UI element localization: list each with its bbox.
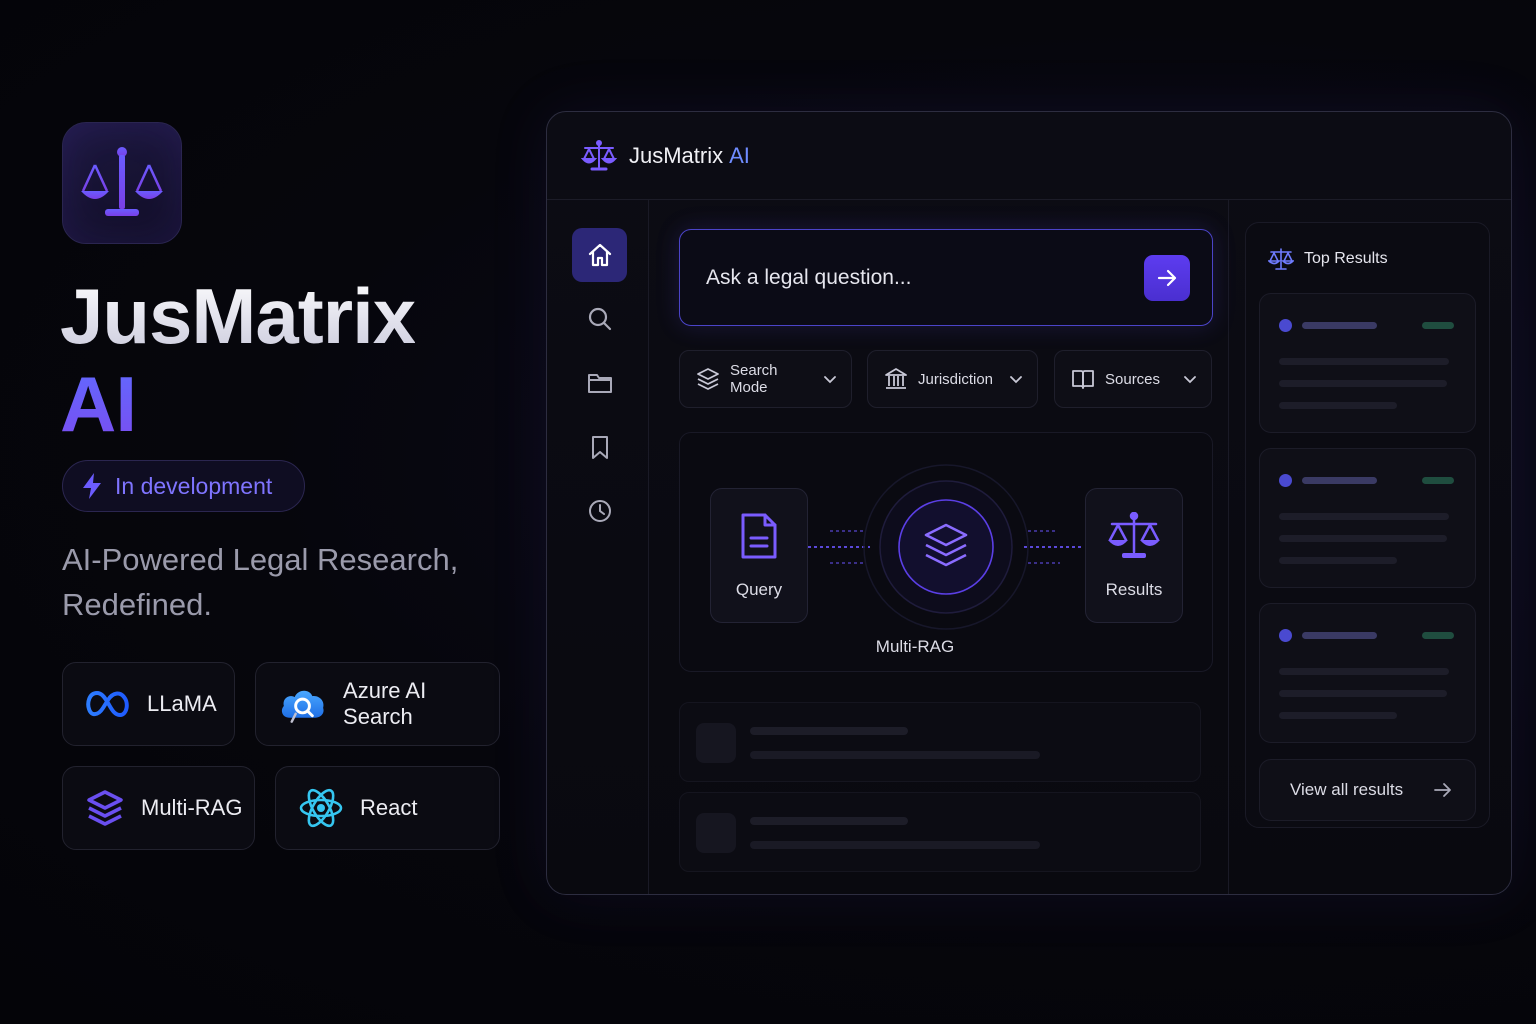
app-brand-name: JusMatrix [629, 142, 724, 168]
tech-chip-label: Multi-RAG [141, 795, 243, 820]
pipeline-diagram: Query Results [679, 432, 1213, 672]
top-results-panel: Top Results View all results [1245, 222, 1490, 828]
view-all-label: View all results [1290, 780, 1404, 799]
top-results-header: Top Results [1268, 247, 1388, 271]
tech-chip-label: React [360, 795, 418, 820]
sources-label: Sources [1105, 370, 1161, 388]
layers-icon [87, 790, 123, 826]
app-brand-suffix: AI [729, 142, 750, 168]
submit-query-button[interactable] [1144, 254, 1190, 301]
scales-icon [1268, 248, 1294, 270]
view-all-results-button[interactable]: View all results [1259, 759, 1476, 821]
multi-rag-label: Multi-RAG [875, 637, 955, 656]
clock-icon [588, 500, 611, 522]
tech-chip-label: LLaMA [147, 691, 217, 716]
chevron-down-icon [1184, 376, 1196, 384]
nav-folder[interactable] [572, 356, 627, 410]
search-icon [588, 307, 611, 331]
result-card[interactable] [1259, 603, 1476, 743]
scales-icon [581, 139, 617, 170]
meta-infinity-icon [86, 691, 129, 717]
book-icon [1072, 370, 1094, 389]
hero-title: JusMatrix AI [60, 272, 416, 448]
top-results-title: Top Results [1304, 250, 1388, 267]
courthouse-icon [885, 368, 907, 389]
hero-title-line1: JusMatrix [60, 272, 416, 360]
tech-chip-react: React [275, 766, 500, 850]
search-placeholder: Ask a legal question... [706, 265, 912, 289]
nav-bookmark[interactable] [572, 420, 627, 474]
chevron-down-icon [1010, 376, 1022, 384]
tagline-line2: Redefined. [62, 587, 212, 622]
results-node-label: Results [1105, 579, 1163, 599]
cloud-search-icon [281, 690, 324, 723]
search-input[interactable]: Ask a legal question... [679, 229, 1213, 326]
hero-title-line2: AI [60, 360, 415, 448]
layers-icon [697, 368, 719, 390]
tagline: AI-Powered Legal Research, Redefined. [62, 537, 502, 627]
tech-chip-llama: LLaMA [62, 662, 235, 746]
result-card[interactable] [1259, 448, 1476, 588]
skeleton-list-item [679, 792, 1201, 872]
app-logo-tile [62, 122, 182, 244]
lightning-icon [83, 473, 101, 499]
tagline-line1: AI-Powered Legal Research, [62, 542, 459, 577]
window-header: JusMatrix AI [547, 112, 1511, 200]
sources-dropdown[interactable]: Sources [1054, 350, 1212, 408]
tech-chip-multi-rag: Multi-RAG [62, 766, 255, 850]
arrow-right-icon [1434, 783, 1451, 797]
search-mode-label: Search Mode [730, 362, 778, 396]
query-node-label: Query [735, 579, 783, 599]
nav-history[interactable] [572, 484, 627, 538]
react-atom-icon [299, 788, 343, 828]
sidebar [547, 200, 649, 894]
scales-icon [81, 147, 163, 216]
folder-icon [587, 374, 612, 393]
arrow-right-icon [1157, 269, 1177, 286]
chevron-down-icon [824, 376, 836, 384]
main-content: Ask a legal question... Search Mode Juri… [649, 200, 1229, 894]
tech-chip-label: Azure AI Search [343, 678, 427, 729]
status-badge: In development [62, 460, 305, 512]
app-window: JusMatrix AI Ask a legal question... Sea… [546, 111, 1512, 895]
search-mode-dropdown[interactable]: Search Mode [679, 350, 852, 408]
query-node: Query [710, 488, 808, 623]
jurisdiction-label: Jurisdiction [918, 370, 994, 388]
nav-home[interactable] [572, 228, 627, 282]
result-card[interactable] [1259, 293, 1476, 433]
skeleton-list-item [679, 702, 1201, 782]
nav-search[interactable] [572, 292, 627, 346]
status-badge-label: In development [115, 472, 273, 499]
scales-icon [1108, 511, 1160, 558]
bookmark-icon [591, 436, 608, 459]
home-icon [588, 243, 611, 267]
results-node: Results [1085, 488, 1183, 623]
tech-chip-azure-ai-search: Azure AI Search [255, 662, 500, 746]
document-icon [741, 513, 777, 558]
jurisdiction-dropdown[interactable]: Jurisdiction [867, 350, 1038, 408]
